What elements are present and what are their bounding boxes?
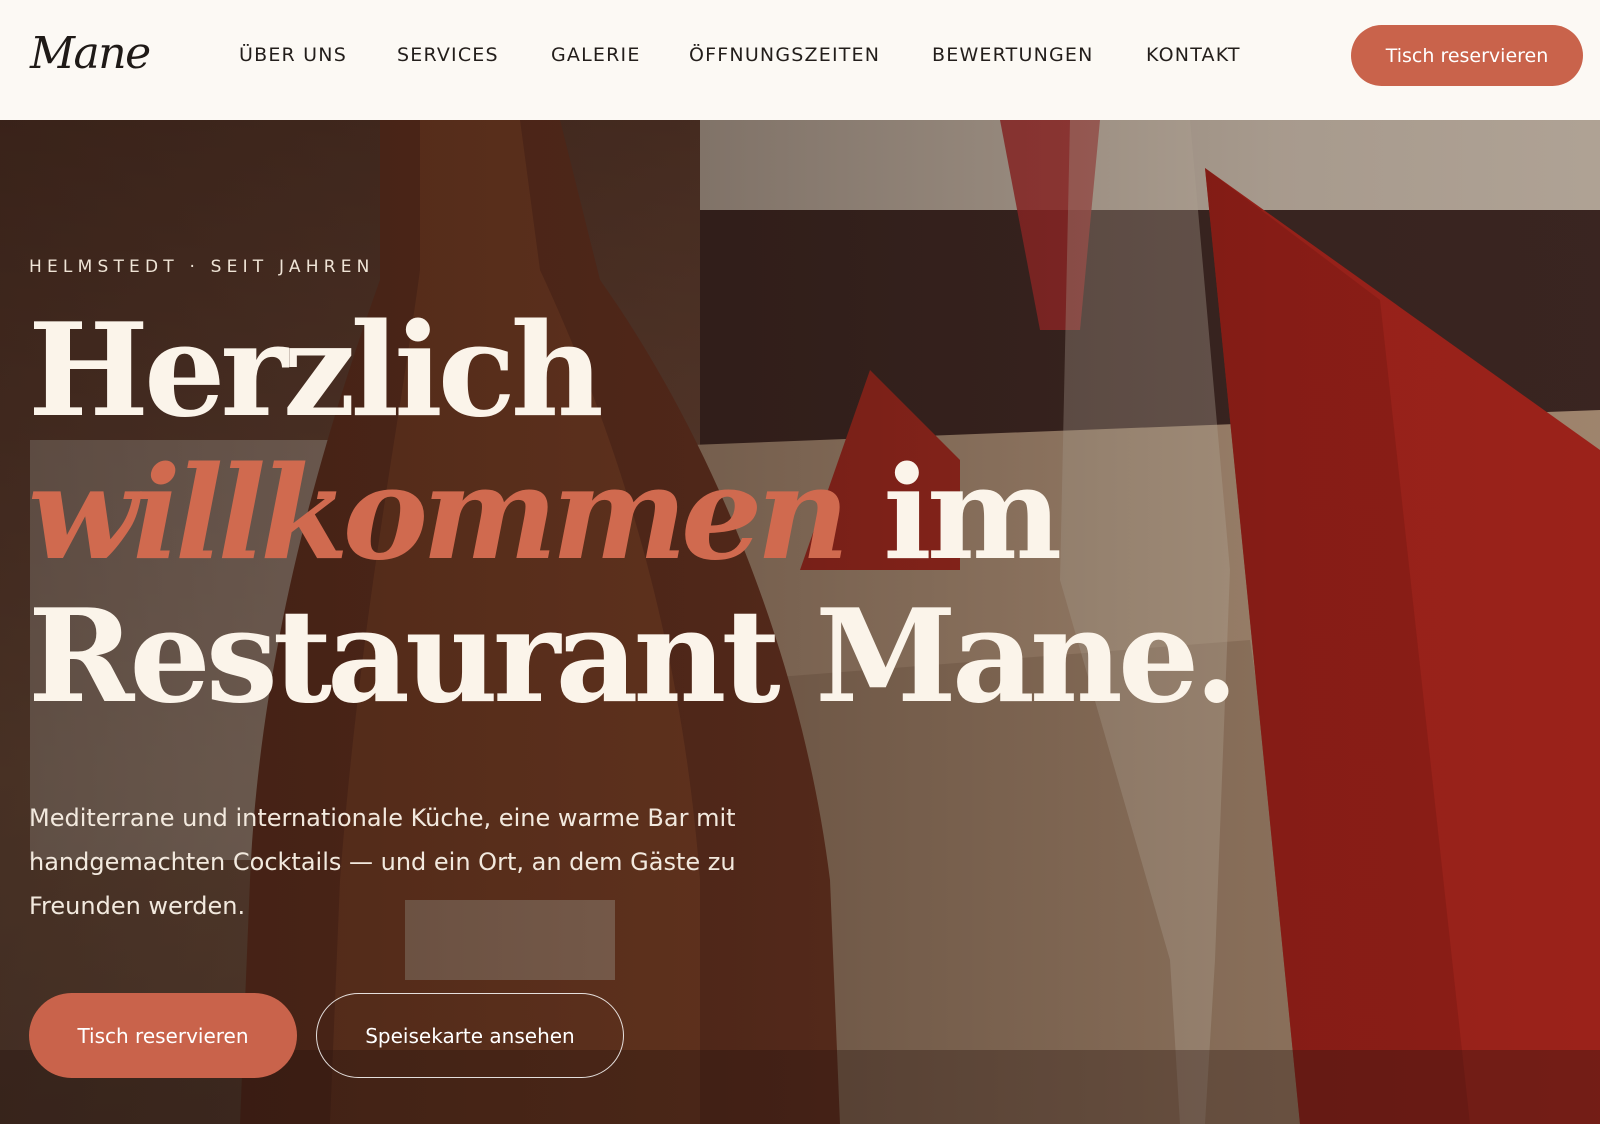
hero-headline: Herzlich willkommen im Restaurant Mane. [28,296,1239,732]
nav-item-services[interactable]: SERVICES [397,40,499,70]
hero-eyebrow: HELMSTEDT · SEIT JAHREN [29,257,375,277]
header-reserve-button[interactable]: Tisch reservieren [1351,25,1583,86]
nav-item-oeffnungszeiten[interactable]: ÖFFNUNGSZEITEN [689,40,880,70]
hero-reserve-button[interactable]: Tisch reservieren [29,993,297,1078]
headline-line-1: Herzlich [28,296,604,446]
nav-item-ueber-uns[interactable]: ÜBER UNS [239,40,347,70]
site-header: Mane ÜBER UNS SERVICES GALERIE ÖFFNUNGSZ… [0,0,1600,120]
headline-line-2-rest: im [843,439,1062,589]
headline-line-2: willkommen im [28,443,1228,586]
hero-lead-text: Mediterrane und internationale Küche, ei… [29,804,736,920]
headline-accent-word: willkommen [28,439,849,589]
headline-line-3: Restaurant Mane. [28,582,1239,732]
nav-item-bewertungen[interactable]: BEWERTUNGEN [932,40,1094,70]
nav-item-kontakt[interactable]: KONTAKT [1146,40,1241,70]
brand-logo[interactable]: Mane [30,24,151,84]
nav-item-galerie[interactable]: GALERIE [551,40,641,70]
hero-menu-button[interactable]: Speisekarte ansehen [316,993,624,1078]
